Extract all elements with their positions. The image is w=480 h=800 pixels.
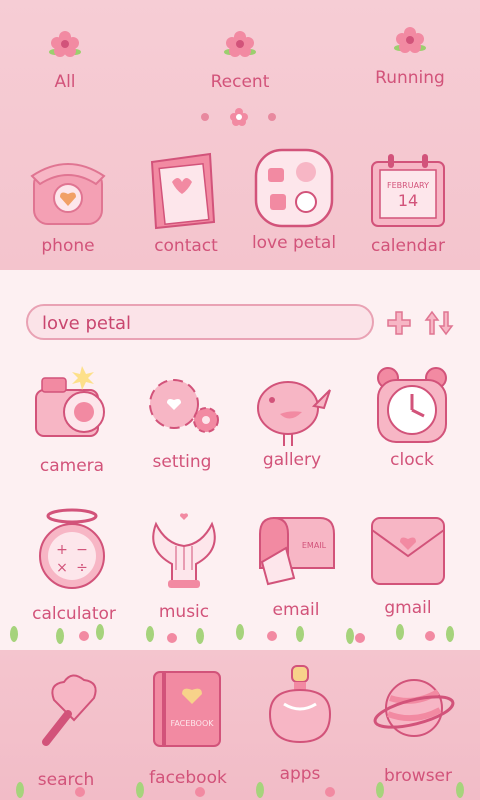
calendar-day: 14 xyxy=(398,191,418,210)
svg-text:+: + xyxy=(56,542,68,558)
planet-icon xyxy=(373,679,455,737)
theme-icon xyxy=(254,148,334,228)
flower-icon xyxy=(49,31,81,57)
grass-decoration xyxy=(10,624,454,644)
telephone-icon xyxy=(30,163,106,225)
perfume-bottle-icon xyxy=(268,665,332,744)
tab-all[interactable]: All xyxy=(0,28,135,92)
bird-icon xyxy=(257,381,331,446)
app-camera-label: camera xyxy=(39,456,105,476)
page-dot xyxy=(268,113,276,121)
hand-mirror-icon xyxy=(42,674,97,746)
calendar-icon: FEBRUARY 14 xyxy=(371,154,445,227)
tab-recent-label: Recent xyxy=(210,72,270,92)
svg-text:−: − xyxy=(76,542,88,558)
facebook-book-icon: FACEBOOK xyxy=(153,671,221,747)
alarm-clock-icon xyxy=(377,367,447,443)
camera-icon xyxy=(35,366,105,437)
dock-love-petal-label: love petal xyxy=(251,233,337,253)
svg-text:÷: ÷ xyxy=(76,560,88,576)
tab-recent[interactable]: Recent xyxy=(170,28,310,92)
mailbox-icon: EMAIL xyxy=(259,516,335,586)
flower-icon xyxy=(224,31,256,57)
sort-icon[interactable] xyxy=(424,310,454,336)
search-input-value: love petal xyxy=(42,313,132,334)
dock-phone-label: phone xyxy=(41,236,95,256)
gear-icon xyxy=(149,379,219,433)
app-gallery-label: gallery xyxy=(262,450,322,470)
tab-running-label: Running xyxy=(375,68,445,88)
tab-running[interactable]: Running xyxy=(340,24,480,88)
search-input[interactable]: love petal xyxy=(26,304,374,340)
tab-all-label: All xyxy=(54,72,76,92)
book-icon xyxy=(150,152,216,230)
add-icon[interactable] xyxy=(386,310,412,336)
page-dot xyxy=(201,113,209,121)
dock-contact-label: contact xyxy=(154,236,218,256)
grass-decoration-bottom xyxy=(16,782,464,798)
dock-calendar-label: calendar xyxy=(371,236,445,256)
calendar-month: FEBRUARY xyxy=(387,181,429,190)
app-music-label: music xyxy=(158,602,210,622)
envelope-icon xyxy=(371,517,445,585)
app-gmail-label: gmail xyxy=(384,598,432,618)
svg-text:×: × xyxy=(56,560,68,576)
flower-icon xyxy=(394,27,426,53)
page-dot-active-icon xyxy=(230,108,248,126)
app-calculator-label: calculator xyxy=(32,604,116,624)
lyre-icon xyxy=(152,513,216,588)
app-clock-label: clock xyxy=(390,450,434,470)
calculator-icon: + − × ÷ xyxy=(39,508,105,589)
facebook-icon-text: FACEBOOK xyxy=(170,719,214,728)
email-icon-text: EMAIL xyxy=(302,541,327,550)
app-setting-label: setting xyxy=(152,452,212,472)
app-email-label: email xyxy=(272,600,320,620)
